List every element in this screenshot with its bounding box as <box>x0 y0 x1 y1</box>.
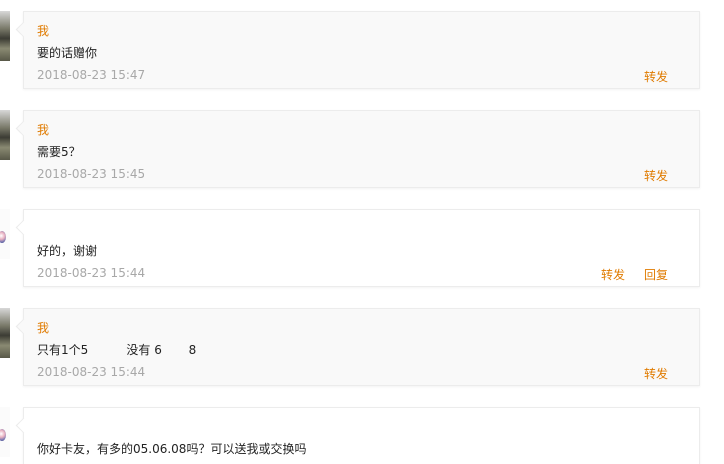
user-avatar-icon <box>0 429 6 441</box>
message-bubble: 我 要的话赠你 2018-08-23 15:47 转发 <box>15 11 700 89</box>
avatar[interactable] <box>0 209 10 259</box>
message-item: 我 只有1个5 没有 6 8 2018-08-23 15:44 转发 <box>0 308 724 388</box>
message-text: 你好卡友，有多的05.06.08吗？可以送我或交换吗 <box>37 442 307 456</box>
message-timestamp: 2018-08-23 15:44 <box>37 365 146 379</box>
message-author[interactable]: 我 <box>37 22 49 39</box>
message-timestamp: 2018-08-23 15:45 <box>37 167 146 181</box>
avatar[interactable] <box>0 407 10 457</box>
message-bubble: 我 只有1个5 没有 6 8 2018-08-23 15:44 转发 <box>15 308 700 386</box>
message-item: 我 要的话赠你 2018-08-23 15:47 转发 <box>0 11 724 91</box>
message-text: 需要5？ <box>37 145 81 159</box>
avatar[interactable] <box>0 110 10 160</box>
message-item: 好的，谢谢 2018-08-23 15:44 转发 回复 <box>0 209 724 289</box>
forward-button[interactable]: 转发 <box>644 68 668 85</box>
message-text: 好的，谢谢 <box>37 244 98 258</box>
message-item: 你好卡友，有多的05.06.08吗？可以送我或交换吗 <box>0 407 724 464</box>
forward-button[interactable]: 转发 <box>601 266 625 283</box>
message-author[interactable]: 我 <box>37 121 49 138</box>
bubble-arrow <box>15 120 32 137</box>
message-author[interactable]: 我 <box>37 319 49 336</box>
avatar[interactable] <box>0 308 10 358</box>
message-bubble: 好的，谢谢 2018-08-23 15:44 转发 回复 <box>15 209 700 287</box>
message-text: 要的话赠你 <box>37 46 98 60</box>
user-avatar-icon <box>0 231 6 243</box>
message-item: 我 需要5？ 2018-08-23 15:45 转发 <box>0 110 724 190</box>
bubble-arrow <box>15 318 32 335</box>
message-timestamp: 2018-08-23 15:47 <box>37 68 146 82</box>
message-bubble: 我 需要5？ 2018-08-23 15:45 转发 <box>15 110 700 188</box>
message-timestamp: 2018-08-23 15:44 <box>37 266 146 280</box>
message-text: 只有1个5 没有 6 8 <box>37 343 197 357</box>
forward-button[interactable]: 转发 <box>644 167 668 184</box>
bubble-arrow <box>15 21 32 38</box>
reply-button[interactable]: 回复 <box>644 266 668 283</box>
bubble-arrow <box>15 417 32 434</box>
bubble-arrow <box>15 219 32 236</box>
avatar[interactable] <box>0 11 10 61</box>
forward-button[interactable]: 转发 <box>644 365 668 382</box>
message-bubble: 你好卡友，有多的05.06.08吗？可以送我或交换吗 <box>15 407 700 464</box>
